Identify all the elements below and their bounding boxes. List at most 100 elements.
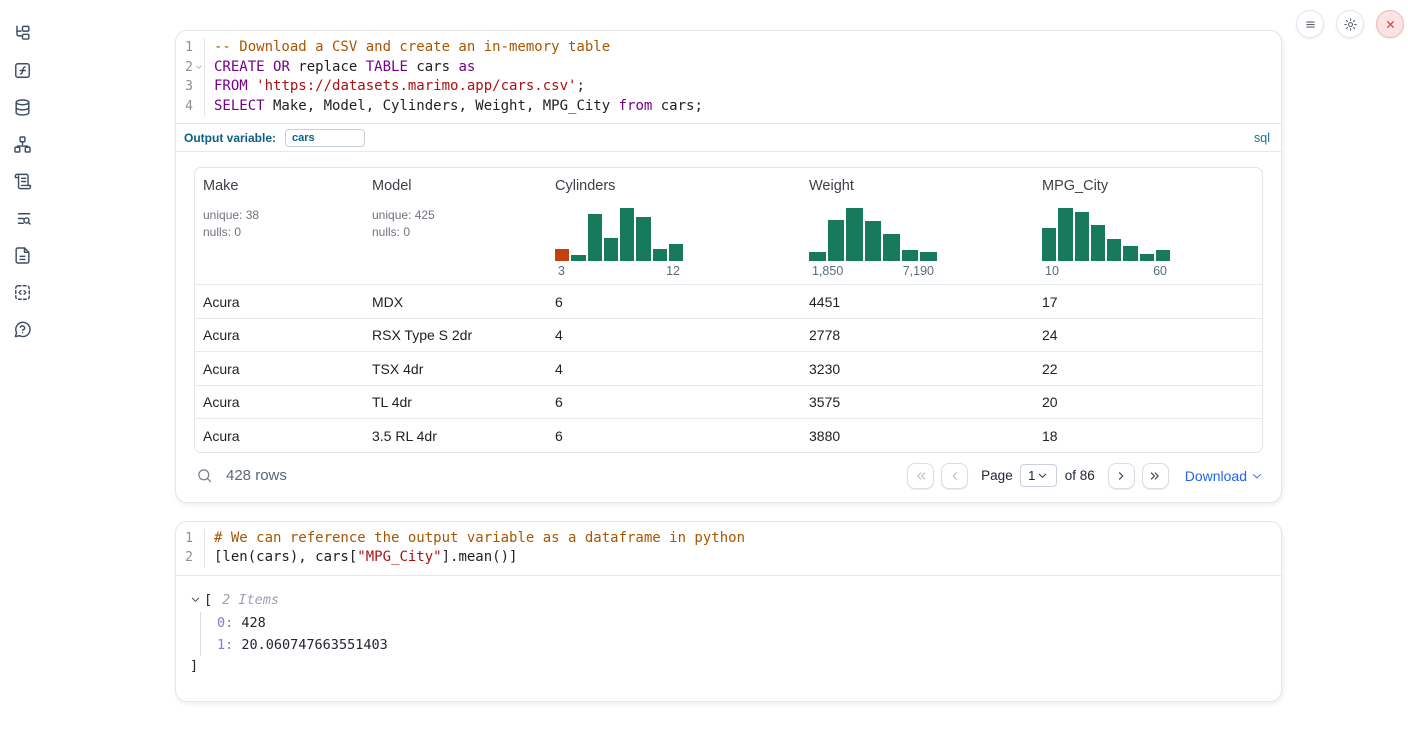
code-line[interactable]: 1-- Download a CSV and create an in-memo… bbox=[176, 38, 1281, 58]
column-header-weight[interactable]: Weight 1,8507,190 bbox=[801, 168, 1034, 284]
sql-code-editor[interactable]: 1-- Download a CSV and create an in-memo… bbox=[176, 31, 1281, 123]
page-label: Page bbox=[981, 468, 1013, 483]
tree-entry-index: 0: bbox=[217, 615, 233, 631]
last-page-button[interactable] bbox=[1142, 463, 1169, 489]
download-label: Download bbox=[1185, 468, 1247, 484]
histogram-bar bbox=[588, 214, 602, 261]
code-text: # We can reference the output variable a… bbox=[205, 529, 745, 549]
histogram-axis-labels: 312 bbox=[555, 264, 683, 278]
column-histogram bbox=[1042, 208, 1170, 261]
fold-spacer bbox=[193, 77, 204, 97]
table-cell: 3575 bbox=[801, 386, 1034, 419]
table-row[interactable]: AcuraRSX Type S 2dr4277824 bbox=[195, 318, 1262, 352]
chevron-down-icon bbox=[1037, 470, 1048, 481]
tree-entry-value: 20.060747663551403 bbox=[241, 637, 387, 653]
column-header-make[interactable]: Makeunique: 38nulls: 0 bbox=[195, 168, 364, 284]
pagination-right bbox=[1101, 463, 1169, 489]
chevron-down-icon bbox=[1251, 470, 1263, 482]
table-footer: 428 rows Page 1 of 86 Download bbox=[194, 463, 1263, 489]
fold-spacer bbox=[193, 97, 204, 117]
snippets-icon[interactable] bbox=[12, 282, 32, 302]
help-icon[interactable] bbox=[12, 319, 32, 339]
dependency-graph-icon[interactable] bbox=[12, 134, 32, 154]
table-row[interactable]: Acura3.5 RL 4dr6388018 bbox=[195, 418, 1262, 452]
code-line[interactable]: 1# We can reference the output variable … bbox=[176, 529, 1281, 549]
search-icon[interactable] bbox=[194, 466, 214, 486]
variables-icon[interactable] bbox=[12, 60, 32, 80]
tree-close-bracket: ] bbox=[190, 656, 1263, 676]
histogram-bar bbox=[809, 252, 826, 261]
scratchpad-icon[interactable] bbox=[12, 208, 32, 228]
table-cell: 18 bbox=[1034, 419, 1262, 452]
next-page-button[interactable] bbox=[1108, 463, 1135, 489]
histogram-bar bbox=[555, 249, 569, 261]
table-cell: Acura bbox=[195, 419, 364, 452]
notebook-actions bbox=[1296, 10, 1404, 38]
histogram-bar bbox=[1156, 250, 1170, 261]
download-button[interactable]: Download bbox=[1185, 468, 1263, 484]
histogram-bar bbox=[571, 255, 585, 261]
histogram-bar bbox=[1107, 239, 1121, 261]
code-line[interactable]: 3FROM 'https://datasets.marimo.app/cars.… bbox=[176, 77, 1281, 97]
code-line[interactable]: 4SELECT Make, Model, Cylinders, Weight, … bbox=[176, 97, 1281, 117]
fold-spacer bbox=[193, 38, 204, 58]
histogram-bar bbox=[1042, 228, 1056, 261]
datasources-icon[interactable] bbox=[12, 97, 32, 117]
table-cell: 6 bbox=[547, 285, 801, 318]
menu-button[interactable] bbox=[1296, 10, 1324, 38]
code-token: [len(cars), cars[ bbox=[214, 549, 357, 565]
logs-icon[interactable] bbox=[12, 171, 32, 191]
column-histogram bbox=[809, 208, 937, 261]
tree-root: [ 2 Items bbox=[190, 589, 1263, 610]
column-name: Model bbox=[372, 178, 539, 194]
column-header-cylinders[interactable]: Cylinders 312 bbox=[547, 168, 801, 284]
column-name: Make bbox=[203, 178, 356, 194]
table-row[interactable]: AcuraTL 4dr6357520 bbox=[195, 385, 1262, 419]
python-code-editor[interactable]: 1# We can reference the output variable … bbox=[176, 522, 1281, 575]
tree-entries: 0: 4281: 20.060747663551403 bbox=[200, 612, 1263, 656]
histogram-bar bbox=[653, 249, 667, 261]
table-cell: 3.5 RL 4dr bbox=[364, 419, 547, 452]
prev-page-button[interactable] bbox=[941, 463, 968, 489]
sql-cell: 1-- Download a CSV and create an in-memo… bbox=[175, 30, 1282, 503]
axis-min-label: 3 bbox=[558, 264, 565, 278]
fold-spacer bbox=[193, 529, 204, 549]
table-cell: 17 bbox=[1034, 285, 1262, 318]
file-explorer-icon[interactable] bbox=[12, 23, 32, 43]
first-page-button[interactable] bbox=[907, 463, 934, 489]
code-line[interactable]: 2CREATE OR replace TABLE cars as bbox=[176, 58, 1281, 78]
table-cell: Acura bbox=[195, 386, 364, 419]
sql-cell-output: Makeunique: 38nulls: 0Modelunique: 425nu… bbox=[176, 151, 1281, 502]
table-row[interactable]: AcuraTSX 4dr4323022 bbox=[195, 351, 1262, 385]
code-token: replace bbox=[290, 59, 366, 75]
code-line[interactable]: 2[len(cars), cars["MPG_City"].mean()] bbox=[176, 548, 1281, 568]
table-cell: 24 bbox=[1034, 319, 1262, 352]
histogram-bar bbox=[883, 234, 900, 261]
table-cell: 3880 bbox=[801, 419, 1034, 452]
tree-items-count: 2 Items bbox=[222, 592, 279, 608]
stat-line: unique: 38 bbox=[203, 207, 356, 224]
page-select[interactable]: 1 bbox=[1020, 464, 1057, 487]
code-text: SELECT Make, Model, Cylinders, Weight, M… bbox=[205, 97, 703, 117]
table-header-row: Makeunique: 38nulls: 0Modelunique: 425nu… bbox=[195, 168, 1262, 284]
python-cell: 1# We can reference the output variable … bbox=[175, 521, 1282, 702]
histogram-bar bbox=[620, 208, 634, 261]
stat-line: unique: 425 bbox=[372, 207, 539, 224]
column-header-mpg_city[interactable]: MPG_City 1060 bbox=[1034, 168, 1262, 284]
fold-chevron-icon[interactable] bbox=[193, 58, 204, 78]
chevrons-left-icon bbox=[914, 469, 928, 483]
settings-button[interactable] bbox=[1336, 10, 1364, 38]
column-header-model[interactable]: Modelunique: 425nulls: 0 bbox=[364, 168, 547, 284]
code-token: Make, Model, Cylinders, Weight, MPG_City bbox=[265, 98, 619, 114]
output-variable-input[interactable] bbox=[285, 129, 365, 147]
code-token: ].mean()] bbox=[442, 549, 518, 565]
line-number: 2 bbox=[176, 548, 205, 568]
tree-expander-icon[interactable] bbox=[190, 594, 202, 606]
code-text: CREATE OR replace TABLE cars as bbox=[205, 58, 475, 78]
shutdown-button[interactable] bbox=[1376, 10, 1404, 38]
table-row[interactable]: AcuraMDX6445117 bbox=[195, 284, 1262, 318]
tree-open-bracket: [ bbox=[204, 592, 212, 608]
table-cell: 4451 bbox=[801, 285, 1034, 318]
documentation-icon[interactable] bbox=[12, 245, 32, 265]
histogram-bar bbox=[865, 221, 882, 261]
